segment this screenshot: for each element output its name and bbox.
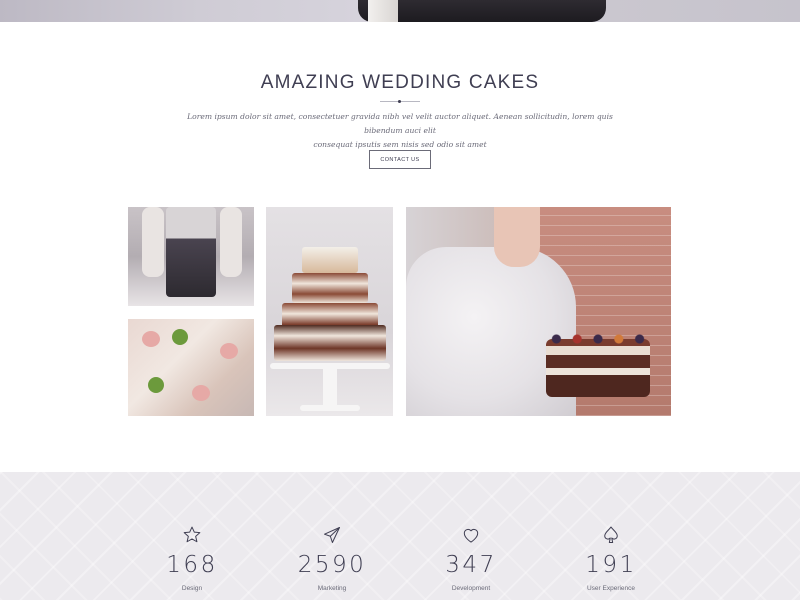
stat-label: Design <box>181 585 203 592</box>
title-divider <box>380 100 420 103</box>
cake-held-photo[interactable] <box>128 207 254 306</box>
cake-bottom-image <box>358 0 606 22</box>
section-title: AMAZING WEDDING CAKES <box>260 72 540 93</box>
stat-value: 347 <box>445 552 497 578</box>
floral-cake-detail-photo[interactable] <box>128 319 254 416</box>
paper-plane-icon <box>324 527 340 543</box>
cake-tier <box>291 273 368 303</box>
leaf-shape <box>148 377 164 393</box>
leaf-shape <box>172 329 188 345</box>
arm-shape <box>220 207 242 277</box>
intro-line-2: consequat ipsutis sem nisis sed odio sit… <box>313 140 487 149</box>
bride-with-cake-photo[interactable] <box>406 207 671 416</box>
spade-icon <box>604 526 618 543</box>
star-icon <box>183 526 201 543</box>
dark-cake-shape <box>166 207 216 297</box>
stat-label: Marketing <box>317 585 347 592</box>
arm-shape <box>142 207 164 277</box>
stat-label: Development <box>451 585 491 592</box>
rose-shape <box>220 343 238 359</box>
chocolate-cake-shape <box>546 339 650 397</box>
stats-band: 168 Design 2590 Marketing 347 Developmen… <box>0 472 800 600</box>
naked-cake-stand-photo[interactable] <box>266 207 393 416</box>
cake-stand <box>299 405 360 411</box>
cake-stand <box>322 369 337 409</box>
stat-label: User Experience <box>586 585 636 592</box>
intro-text: Lorem ipsum dolor sit amet, consectetuer… <box>185 110 615 152</box>
cake-tier <box>301 247 358 273</box>
stat-value: 168 <box>166 552 218 578</box>
berries-shape <box>546 333 650 345</box>
hero-image-strip <box>0 0 800 22</box>
heart-icon <box>463 528 479 543</box>
contact-us-button[interactable]: CONTACT US <box>369 150 431 169</box>
cake-tier <box>273 325 386 361</box>
rose-shape <box>142 331 160 347</box>
stat-value: 191 <box>585 552 637 578</box>
rose-shape <box>192 385 210 401</box>
stat-value: 2590 <box>297 552 367 578</box>
intro-line-1: Lorem ipsum dolor sit amet, consectetuer… <box>187 112 613 135</box>
neck-shape <box>494 207 540 267</box>
